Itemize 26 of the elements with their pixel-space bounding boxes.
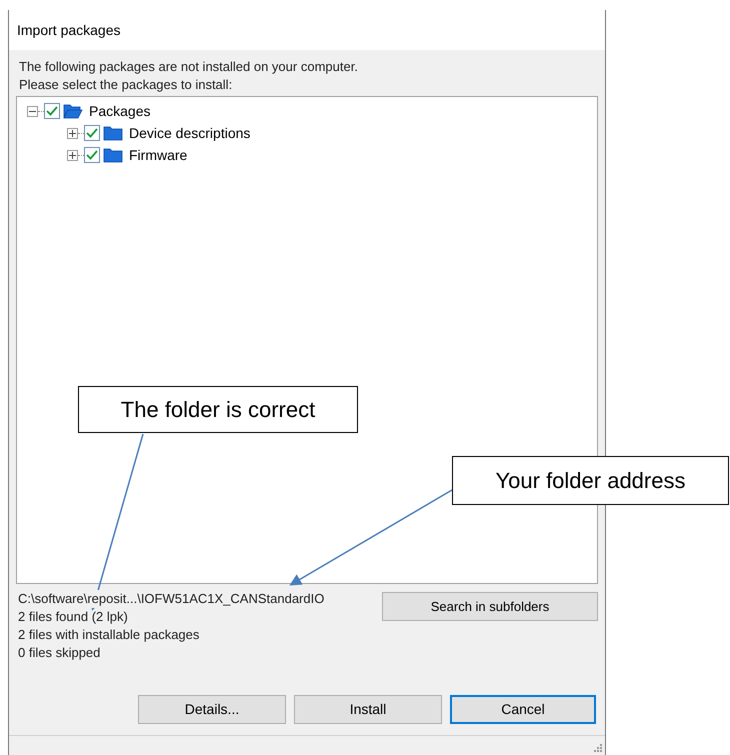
resize-grip-icon[interactable] (594, 744, 602, 752)
folder-icon (103, 125, 123, 141)
dialog-button[interactable]: Cancel (450, 695, 596, 724)
collapse-toggle[interactable] (27, 106, 38, 116)
tree-item-label[interactable]: Firmware (129, 144, 188, 166)
expand-toggle[interactable] (67, 150, 78, 160)
instruction-text: Please select the packages to install: (18, 76, 234, 94)
checkbox[interactable] (84, 125, 100, 141)
checkbox[interactable] (44, 103, 60, 119)
tree-item-label[interactable]: Packages (89, 100, 150, 122)
search-subfolders-button[interactable]: Search in subfolders (382, 592, 598, 621)
dialog-button[interactable]: Install (294, 695, 442, 724)
callout-box: Your folder address (452, 456, 729, 505)
instruction-text: The following packages are not installed on your computer. (18, 58, 359, 76)
expand-toggle[interactable] (67, 128, 78, 138)
window-title: Import packages (17, 20, 120, 40)
checkbox[interactable] (84, 147, 100, 163)
tree-item-label[interactable]: Device descriptions (129, 122, 250, 144)
status-text: 0 files skipped (18, 644, 102, 662)
status-text: 2 files with installable packages (18, 626, 200, 644)
folder-path: C:\software\reposit...\IOFW51AC1X_CANStandardIO (18, 590, 324, 608)
folder-icon (103, 147, 123, 163)
callout-box: The folder is correct (78, 386, 358, 433)
open-folder-icon (63, 103, 83, 119)
dialog-button[interactable]: Details... (138, 695, 286, 724)
status-text: 2 files found (2 lpk) (18, 608, 129, 626)
